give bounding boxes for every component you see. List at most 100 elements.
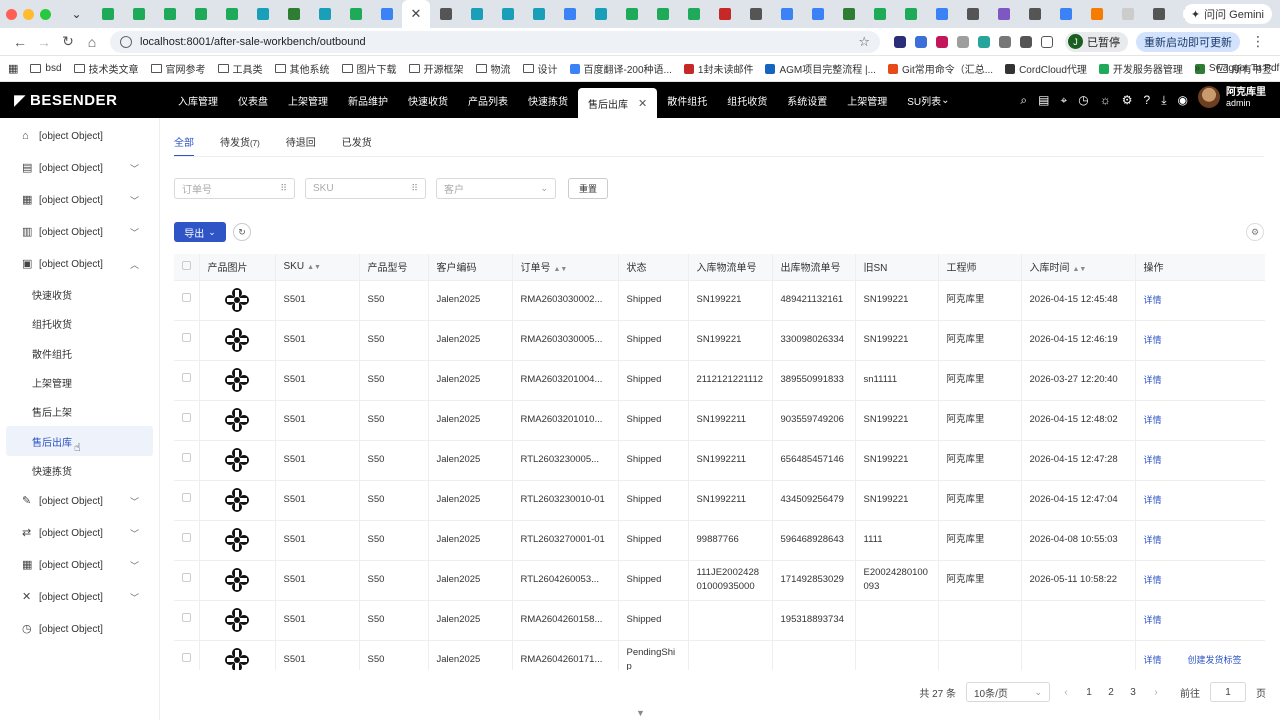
browser-tab[interactable] (988, 0, 1019, 28)
site-info-icon[interactable] (120, 35, 132, 48)
detail-link[interactable]: 详情 (1144, 495, 1162, 505)
menu-item-4[interactable]: 新品维护 (338, 82, 398, 118)
select-all-checkbox[interactable] (182, 260, 191, 270)
menu-item-1[interactable]: 入库管理 (168, 82, 228, 118)
extension-icon[interactable] (978, 35, 990, 48)
sidebar-item[interactable]: ▦ [object Object] ﹀ (0, 184, 159, 216)
column-settings-icon[interactable]: ⚙ (1246, 223, 1264, 241)
sidebar-item[interactable]: ⇄ [object Object] ﹀ (0, 517, 159, 549)
browser-tab[interactable] (554, 0, 585, 28)
bookmark-item[interactable]: 官网参考 (150, 61, 206, 76)
browser-tab[interactable] (1050, 0, 1081, 28)
sidebar-item[interactable]: ▦ [object Object] ﹀ (0, 549, 159, 581)
browser-tab[interactable] (1112, 0, 1143, 28)
row-checkbox[interactable] (182, 333, 191, 342)
prev-page-icon[interactable]: ‹ (1060, 687, 1072, 698)
sort-icon[interactable]: ▲▼ (554, 266, 568, 273)
search-icon[interactable]: ⌕ (1020, 93, 1027, 108)
browser-tab[interactable] (647, 0, 678, 28)
sidebar-item[interactable]: ◷ [object Object] (0, 613, 159, 645)
column-header[interactable]: 订单号 ▲▼ (512, 254, 619, 281)
browser-tab[interactable] (492, 0, 523, 28)
refresh-icon[interactable]: ↻ (233, 223, 251, 241)
forward-icon[interactable]: → (32, 34, 56, 50)
browser-tab[interactable] (123, 0, 154, 28)
sort-icon[interactable]: ▲▼ (1073, 266, 1087, 273)
bookmarks-overflow-icon[interactable]: » (1194, 63, 1200, 74)
browser-tab[interactable] (771, 0, 802, 28)
app-logo[interactable]: ◤ BESENDER (0, 91, 160, 110)
bookmark-item[interactable]: 开发服务器管理 (1098, 61, 1183, 76)
browser-tab[interactable] (247, 0, 278, 28)
download-icon[interactable] (1041, 35, 1053, 48)
extension-icon[interactable] (915, 35, 927, 48)
all-bookmarks[interactable]: 所有书签 (1217, 61, 1272, 76)
browser-tab[interactable] (371, 0, 402, 28)
tab-active-close-button[interactable]: ✕ (402, 0, 430, 28)
menu-item-13[interactable]: SU列表 ⌄ (897, 82, 959, 118)
tab-4[interactable]: 已发货 (342, 134, 372, 157)
bookmark-star-icon[interactable]: ☆ (858, 34, 870, 50)
goto-page-input[interactable]: 1 (1210, 682, 1246, 702)
detail-link[interactable]: 详情 (1144, 575, 1162, 585)
sidebar-item[interactable]: ✎ [object Object] ﹀ (0, 485, 159, 517)
row-checkbox[interactable] (182, 413, 191, 422)
gemini-button[interactable]: ✦ 问问 Gemini (1182, 4, 1272, 24)
tab-2[interactable]: 待发货(7) (220, 134, 260, 157)
export-button[interactable]: 导出 ⌄ (174, 222, 226, 242)
column-header[interactable]: 入库时间 ▲▼ (1021, 254, 1136, 281)
browser-tab[interactable] (895, 0, 926, 28)
menu-item-3[interactable]: 上架管理 (278, 82, 338, 118)
detail-link[interactable]: 详情 (1144, 335, 1162, 345)
apps-grid-icon[interactable]: ▦ (8, 62, 18, 75)
sidebar-item[interactable]: ▣ [object Object] ︿ (0, 248, 159, 280)
url-field[interactable]: localhost:8001/after-sale-workbench/outb… (110, 30, 880, 53)
row-checkbox[interactable] (182, 373, 191, 382)
sidebar-item[interactable]: ⌂ [object Object] (0, 120, 159, 152)
browser-tab[interactable] (585, 0, 616, 28)
minimize-window-button[interactable] (23, 8, 34, 20)
theme-icon[interactable]: ☼ (1100, 93, 1111, 107)
reload-icon[interactable]: ↻ (56, 33, 80, 50)
bookmark-item[interactable]: CordCloud代理 (1005, 61, 1087, 76)
column-header[interactable]: SKU ▲▼ (275, 254, 360, 281)
browser-tab[interactable] (185, 0, 216, 28)
gear-icon[interactable]: ⚙ (1122, 93, 1133, 107)
zoom-window-button[interactable] (40, 8, 51, 20)
browser-tab[interactable] (340, 0, 371, 28)
next-page-icon[interactable]: › (1150, 687, 1162, 698)
browser-tab[interactable] (1019, 0, 1050, 28)
browser-tab[interactable] (1081, 0, 1112, 28)
restart-update-button[interactable]: 重新启动即可更新 (1136, 31, 1240, 52)
bookmark-item[interactable]: AGM项目完整流程 |... (765, 61, 876, 76)
browser-tab[interactable] (461, 0, 492, 28)
create-shipping-label-link[interactable]: 创建发货标签 (1188, 655, 1242, 665)
location-icon[interactable]: ⌖ (1061, 93, 1068, 108)
row-checkbox[interactable] (182, 493, 191, 502)
browser-tab[interactable] (154, 0, 185, 28)
extension-icon[interactable] (936, 35, 948, 48)
browser-tab[interactable] (926, 0, 957, 28)
customer-select[interactable]: 客户 ⌄ (436, 178, 556, 199)
browser-tab[interactable] (616, 0, 647, 28)
detail-link[interactable]: 详情 (1144, 415, 1162, 425)
row-checkbox[interactable] (182, 613, 191, 622)
detail-link[interactable]: 详情 (1144, 375, 1162, 385)
bookmark-item[interactable]: 设计 (522, 61, 558, 76)
browser-tab[interactable] (1143, 0, 1174, 28)
menu-item-10[interactable]: 组托收货 (717, 82, 777, 118)
browser-tab[interactable] (957, 0, 988, 28)
sidebar-subitem[interactable]: 上架管理 (0, 368, 159, 397)
menu-item-8[interactable]: 售后出库 ✕ (578, 88, 658, 118)
menu-item-11[interactable]: 系统设置 (777, 82, 837, 118)
page-number[interactable]: 1 (1082, 687, 1096, 698)
row-checkbox[interactable] (182, 533, 191, 542)
detail-link[interactable]: 详情 (1144, 295, 1162, 305)
sort-icon[interactable]: ▲▼ (307, 264, 321, 271)
sidebar-subitem[interactable]: 快速拣货 (0, 456, 159, 485)
extension-icon[interactable] (999, 35, 1011, 48)
bookmark-item[interactable]: 物流 (475, 61, 511, 76)
detail-link[interactable]: 详情 (1144, 455, 1162, 465)
more-menu-icon[interactable]: ⋮ (1246, 33, 1270, 50)
tab-3[interactable]: 待退回 (286, 134, 316, 157)
